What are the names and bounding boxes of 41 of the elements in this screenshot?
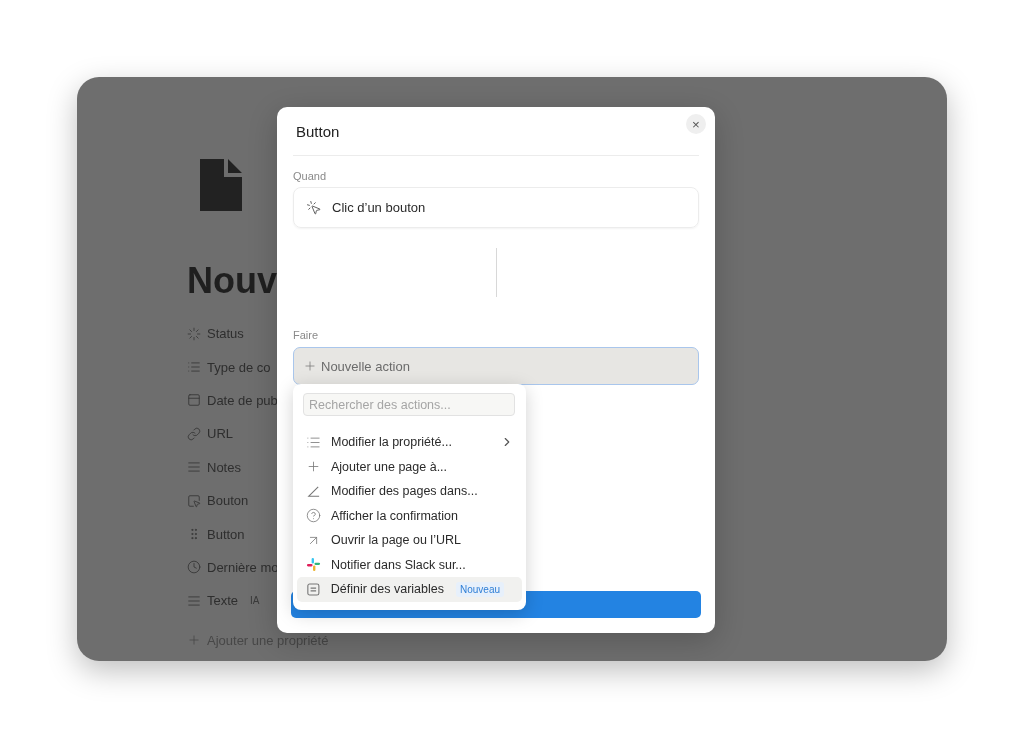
menu-item[interactable]: Modifier la propriété... <box>297 430 522 455</box>
menu-item[interactable]: Définir des variables Nouveau <box>297 577 522 602</box>
trigger-card[interactable]: Clic d’un bouton <box>293 187 699 228</box>
text-icon <box>187 593 201 608</box>
dialog-title: Button <box>296 122 340 140</box>
menu-item[interactable]: Afficher la confirmation <box>297 503 522 528</box>
pointer-click-icon <box>306 199 322 216</box>
property-label[interactable]: Status <box>207 326 244 342</box>
menu-item[interactable]: Modifier des pages dans... <box>297 479 522 504</box>
close-button[interactable]: × <box>686 114 706 134</box>
new-action-field[interactable]: Nouvelle action <box>293 347 699 385</box>
property-label[interactable]: Date de pub <box>207 392 278 408</box>
date-icon <box>187 393 201 408</box>
help-icon <box>306 508 321 524</box>
plus-icon <box>303 359 317 373</box>
trigger-label: Clic d’un bouton <box>332 200 426 215</box>
new-badge: Nouveau <box>455 581 504 597</box>
property-label[interactable]: Notes <box>207 459 241 475</box>
slack-logo-icon <box>306 557 321 573</box>
button-icon <box>187 493 201 508</box>
property-label[interactable]: Type de co <box>207 359 271 375</box>
section-label: Faire <box>293 329 320 341</box>
text-icon <box>187 460 201 475</box>
status-icon <box>187 326 201 341</box>
plus-icon <box>187 633 201 647</box>
search-field[interactable]: Rechercher des actions... <box>303 393 515 416</box>
clock-icon <box>187 560 201 575</box>
menu-item[interactable]: Ajouter une page à... <box>297 454 522 479</box>
link-icon <box>187 426 201 441</box>
variables-icon <box>306 581 321 597</box>
list-icon <box>306 434 321 450</box>
property-label[interactable]: Button <box>207 526 245 542</box>
plus-icon <box>306 459 321 475</box>
section-label: Quand <box>293 170 328 182</box>
list-icon <box>187 360 201 375</box>
menu-item[interactable]: Notifier dans Slack sur... <box>297 552 522 577</box>
page-title: Nouv <box>187 259 278 303</box>
menu-item[interactable]: Ouvrir la page ou l’URL <box>297 528 522 553</box>
property-label[interactable]: Bouton <box>207 493 249 509</box>
property-label[interactable]: Texte <box>207 593 239 609</box>
property-label[interactable]: URL <box>207 426 233 442</box>
